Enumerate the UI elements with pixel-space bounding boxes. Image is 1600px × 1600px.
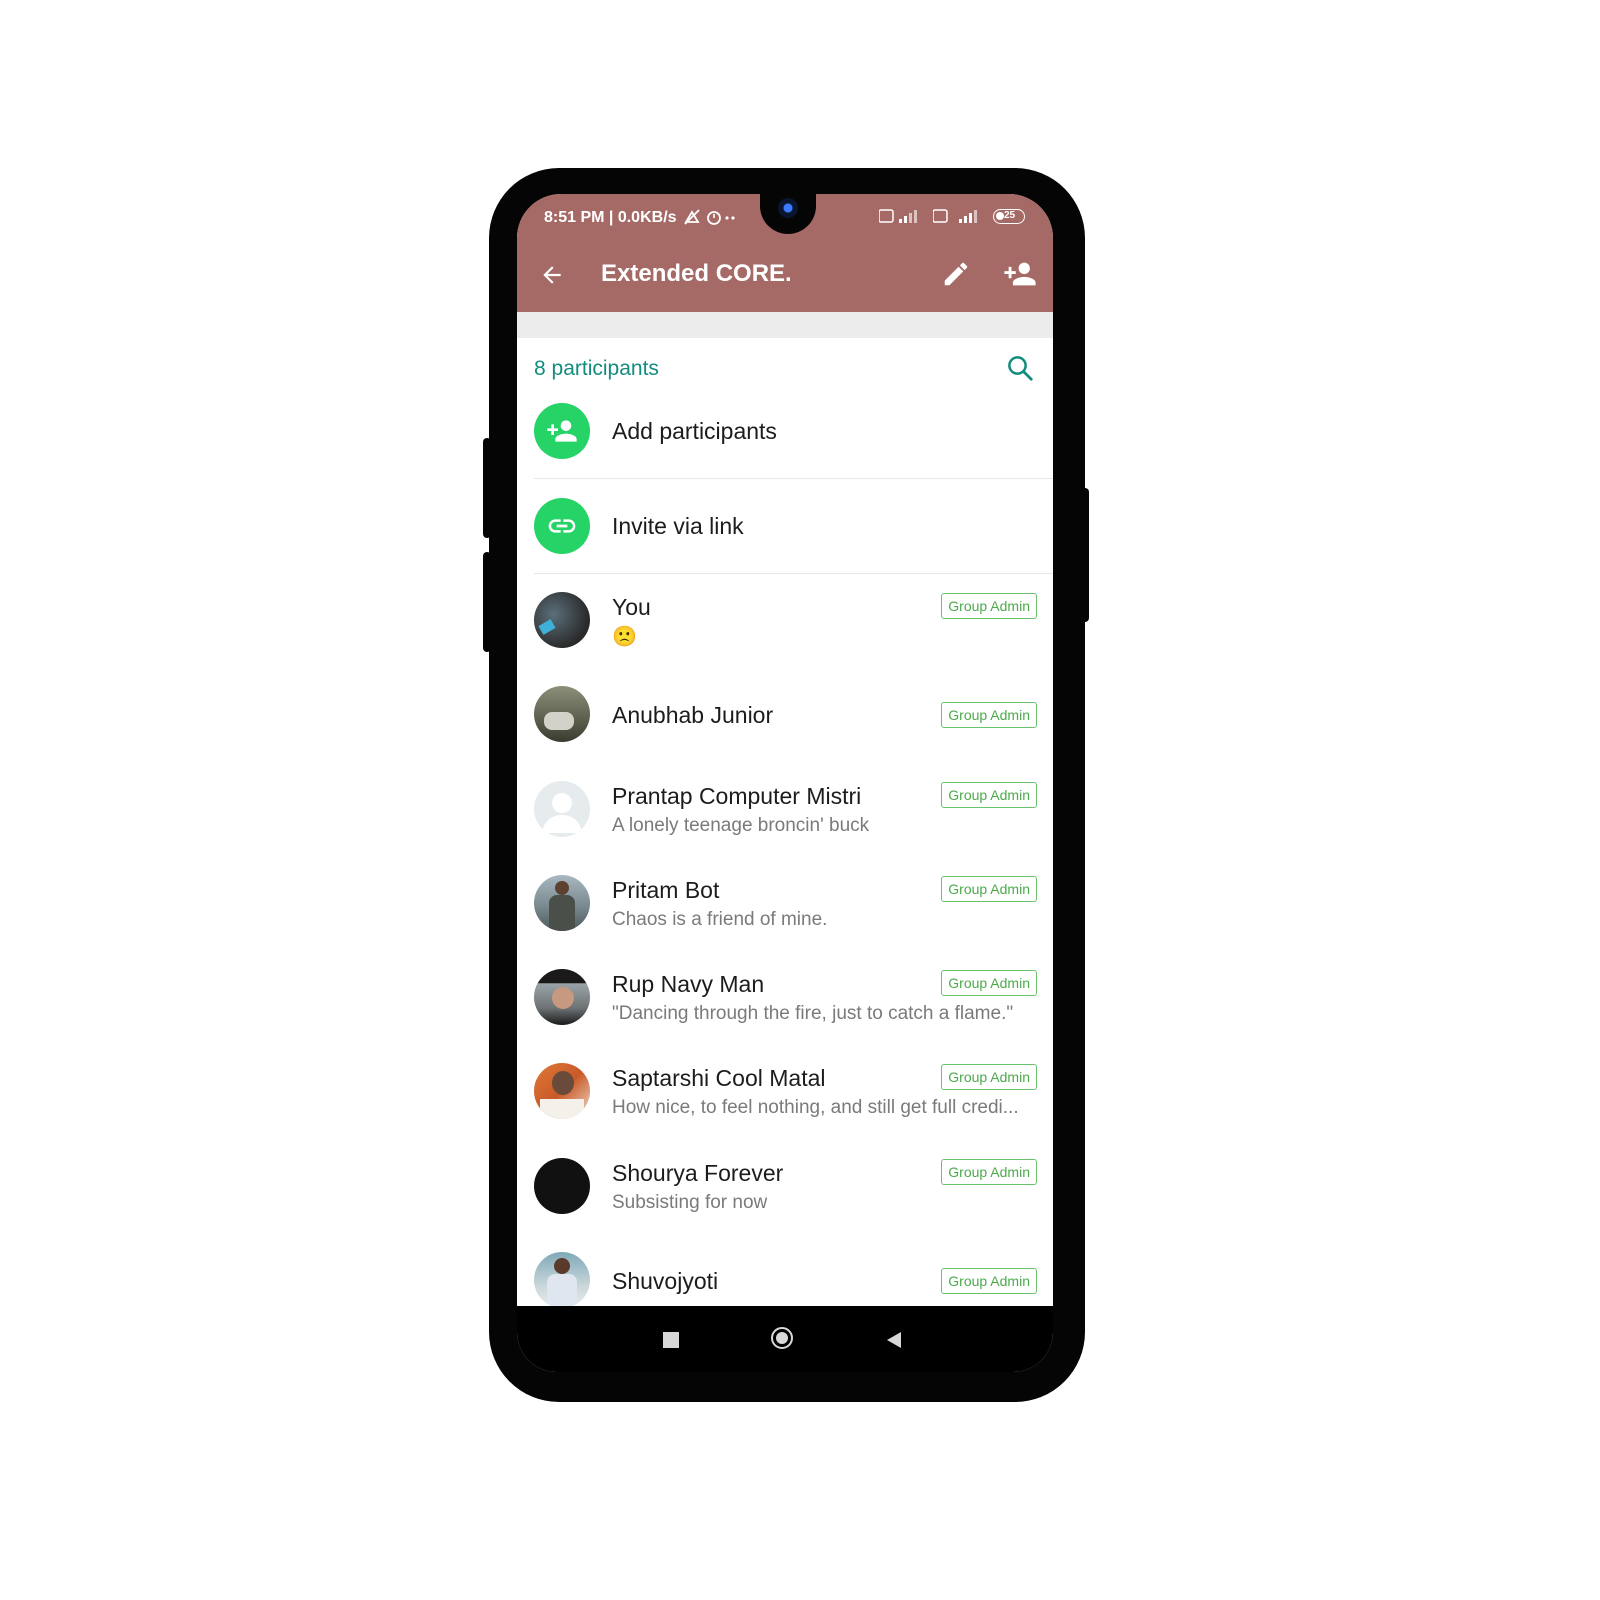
avatar: [534, 686, 590, 742]
member-row[interactable]: Saptarshi Cool Matal How nice, to feel n…: [517, 1063, 1053, 1133]
member-row[interactable]: Anubhab Junior Group Admin: [517, 686, 1053, 756]
avatar: [534, 1158, 590, 1214]
member-name: Prantap Computer Mistri: [612, 783, 862, 809]
phone-screen: 8:51 PM | 0.0KB/s 25 Extended CORE. 8 pa…: [517, 194, 1053, 1372]
member-name: Rup Navy Man: [612, 971, 765, 997]
power-button: [1081, 488, 1089, 622]
group-admin-badge: Group Admin: [941, 702, 1037, 728]
avatar: [534, 592, 590, 648]
link-icon: [548, 519, 576, 533]
member-about: Chaos is a friend of mine.: [612, 909, 828, 930]
add-person-icon: [547, 420, 577, 442]
group-admin-badge: Group Admin: [941, 970, 1037, 996]
group-admin-badge: Group Admin: [941, 1064, 1037, 1090]
group-admin-badge: Group Admin: [941, 782, 1037, 808]
back-arrow-icon[interactable]: [539, 262, 565, 288]
add-participants-avatar: [534, 403, 590, 459]
avatar: [534, 781, 590, 837]
group-admin-badge: Group Admin: [941, 1268, 1037, 1294]
invite-link-avatar: [534, 498, 590, 554]
group-admin-badge: Group Admin: [941, 593, 1037, 619]
member-about: Subsisting for now: [612, 1192, 768, 1213]
back-triangle-icon[interactable]: [885, 1330, 903, 1350]
add-participants-row[interactable]: Add participants: [517, 402, 1053, 478]
member-about: How nice, to feel nothing, and still get…: [612, 1097, 1019, 1118]
status-time: 8:51 PM | 0.0KB/s: [544, 209, 677, 226]
add-participants-label: Add participants: [612, 418, 777, 444]
battery-level: 25: [1004, 209, 1016, 221]
section-separator: [517, 312, 1053, 338]
member-about: "Dancing through the fire, just to catch…: [612, 1003, 1014, 1024]
divider: [534, 478, 1053, 479]
group-admin-badge: Group Admin: [941, 876, 1037, 902]
default-avatar-icon: [542, 793, 582, 833]
avatar: [534, 969, 590, 1025]
member-name: Pritam Bot: [612, 877, 720, 903]
avatar: [534, 875, 590, 931]
signal-4g-icon: [933, 209, 977, 223]
status-icons-left: [684, 209, 735, 225]
group-admin-badge: Group Admin: [941, 1159, 1037, 1185]
member-about: A lonely teenage broncin' buck: [612, 815, 870, 836]
participants-count: 8 participants: [534, 357, 659, 380]
invite-link-label: Invite via link: [612, 513, 744, 539]
volume-button: [483, 552, 491, 652]
member-name: You: [612, 594, 651, 620]
divider: [534, 573, 1053, 574]
member-name: Anubhab Junior: [612, 702, 774, 728]
battery-icon: 25: [993, 208, 1025, 224]
signal-icon: [879, 209, 917, 223]
avatar: [534, 1063, 590, 1119]
search-icon[interactable]: [1005, 353, 1035, 383]
edit-icon[interactable]: [941, 259, 971, 289]
invite-link-row[interactable]: Invite via link: [517, 497, 1053, 573]
home-icon[interactable]: [771, 1327, 793, 1349]
add-person-icon[interactable]: [1003, 257, 1037, 291]
avatar: [534, 1252, 590, 1308]
status-icons-right: 25: [879, 208, 1025, 224]
member-about: 🙁: [612, 626, 637, 648]
member-row[interactable]: Prantap Computer Mistri A lonely teenage…: [517, 781, 1053, 851]
member-row[interactable]: Shuvojyoti Group Admin: [517, 1252, 1053, 1308]
recents-icon[interactable]: [663, 1332, 679, 1348]
member-name: Saptarshi Cool Matal: [612, 1065, 826, 1091]
member-row[interactable]: Pritam Bot Chaos is a friend of mine. Gr…: [517, 875, 1053, 945]
group-title: Extended CORE.: [601, 260, 792, 287]
member-name: Shuvojyoti: [612, 1268, 719, 1294]
member-name: Shourya Forever: [612, 1160, 784, 1186]
volume-button: [483, 438, 491, 538]
member-row[interactable]: You 🙁 Group Admin: [517, 592, 1053, 662]
member-row[interactable]: Shourya Forever Subsisting for now Group…: [517, 1158, 1053, 1228]
system-nav-bar: [517, 1306, 1053, 1372]
member-row[interactable]: Rup Navy Man "Dancing through the fire, …: [517, 969, 1053, 1039]
